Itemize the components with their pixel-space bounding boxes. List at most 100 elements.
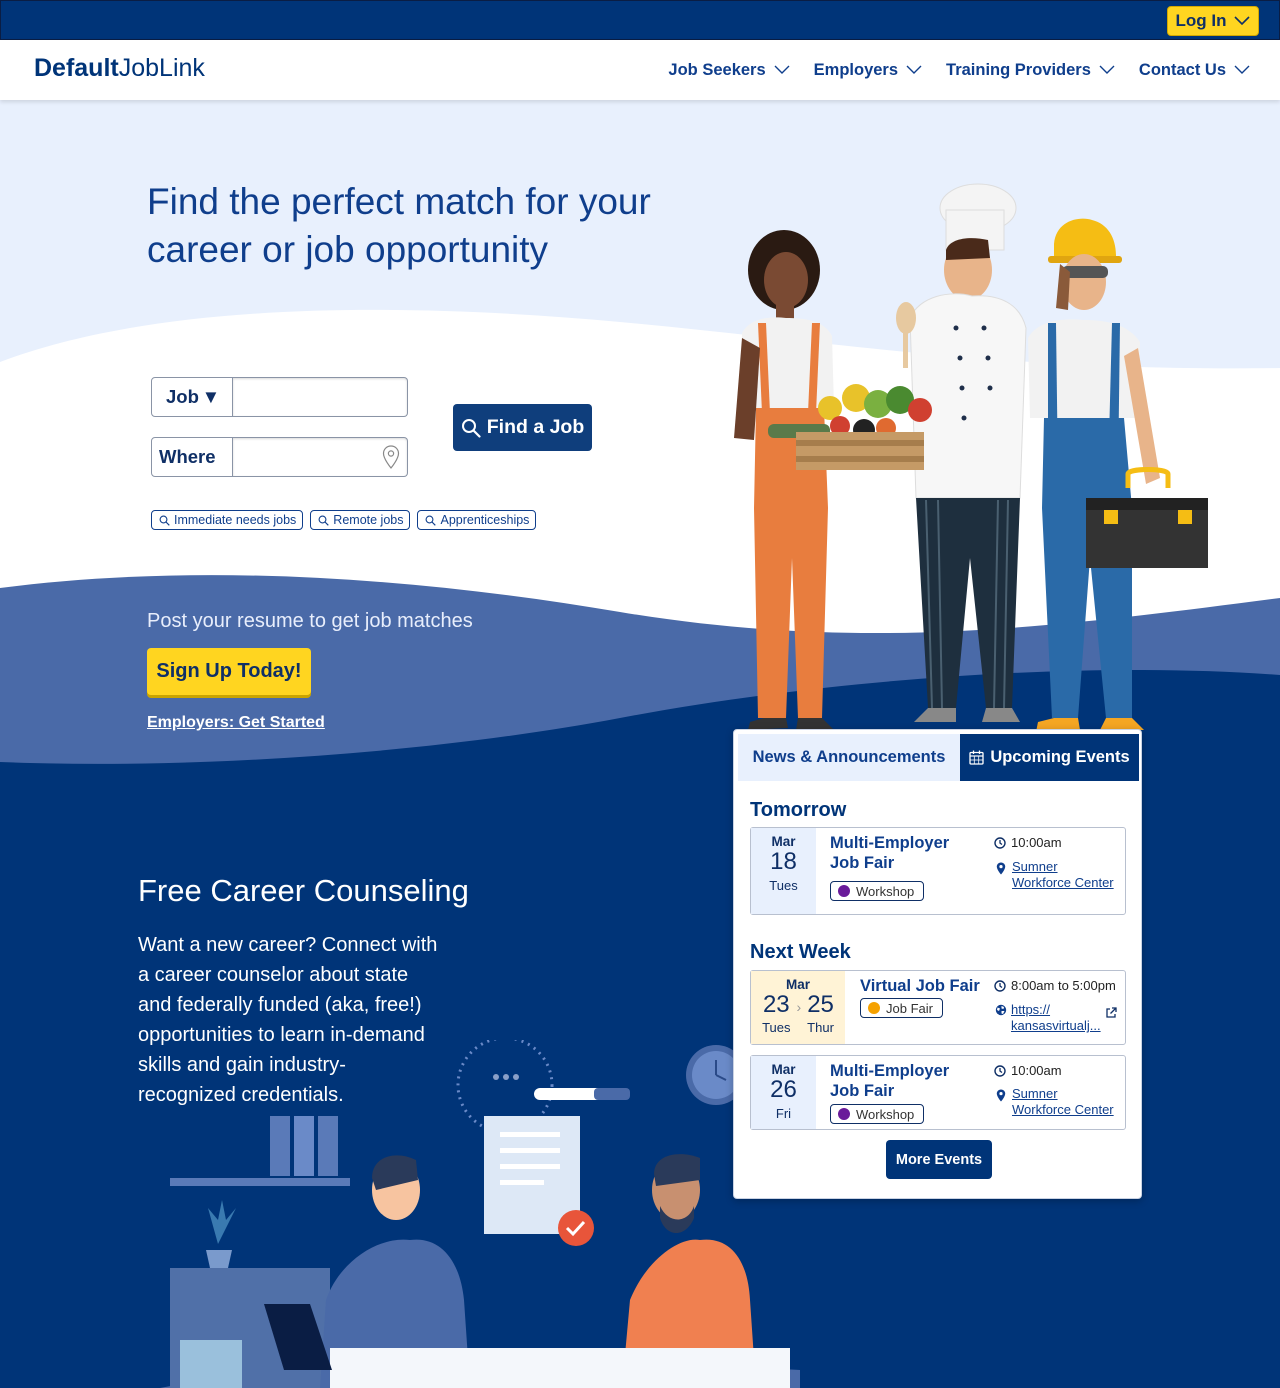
event-title[interactable]: Virtual Job Fair	[860, 976, 980, 996]
post-resume-text: Post your resume to get job matches	[147, 610, 473, 632]
nav-employers[interactable]: Employers	[814, 61, 922, 80]
chip-apprenticeships[interactable]: Apprenticeships	[417, 510, 537, 530]
caret-down-icon: ▼	[201, 386, 220, 407]
find-job-label: Find a Job	[486, 416, 585, 438]
purple-dot-icon	[838, 885, 850, 897]
chevron-down-icon	[1234, 16, 1251, 26]
event-card[interactable]: Mar 23 Tues › 25 Thur Virtual Job Fair Job…	[750, 970, 1126, 1045]
event-type-tag: Job Fair	[860, 998, 943, 1018]
clock-icon	[994, 1064, 1006, 1077]
event-time-value: 8:00am to 5:00pm	[1011, 978, 1116, 993]
search-type-value: Job	[166, 386, 199, 407]
more-events-button[interactable]: More Events	[886, 1140, 992, 1179]
sign-up-button[interactable]: Sign Up Today!	[147, 648, 311, 695]
location-search-row: Where	[151, 437, 408, 477]
nav-label: Job Seekers	[668, 60, 766, 79]
location-pin-icon	[996, 1089, 1006, 1102]
search-type-select[interactable]: Job ▼	[151, 377, 233, 417]
event-date-badge: Mar 18 Tues	[751, 828, 816, 914]
counseling-title: Free Career Counseling	[138, 873, 469, 908]
chevron-down-icon	[774, 65, 790, 74]
event-weekday: Tues	[769, 878, 798, 893]
search-icon	[318, 515, 330, 526]
event-location-link[interactable]: Sumner Workforce Center	[1012, 859, 1114, 891]
workers-illustration	[734, 183, 1208, 732]
farmer-figure	[734, 230, 834, 730]
event-day: 26	[770, 1076, 797, 1103]
hero-title: Find the perfect match for your career o…	[147, 181, 651, 270]
event-time: 10:00am	[994, 835, 1062, 850]
search-icon	[461, 418, 481, 438]
event-type-tag: Workshop	[830, 881, 925, 901]
event-day: 25	[807, 991, 834, 1018]
event-time: 8:00am to 5:00pm	[994, 978, 1116, 993]
chip-remote-jobs[interactable]: Remote jobs	[310, 510, 411, 530]
search-icon	[426, 515, 437, 526]
event-date-range-badge: Mar 23 Tues › 25 Thur	[751, 971, 845, 1044]
event-time: 10:00am	[994, 1063, 1062, 1078]
job-search-row: Job ▼	[151, 377, 408, 417]
search-icon	[159, 515, 170, 526]
event-title-line: Job Fair	[830, 1082, 895, 1100]
chip-immediate-needs[interactable]: Immediate needs jobs	[151, 510, 304, 530]
job-keyword-input[interactable]	[233, 377, 408, 417]
orange-dot-icon	[868, 1002, 880, 1014]
clock-icon	[994, 979, 1006, 992]
globe-icon	[995, 1004, 1007, 1016]
chip-label: Apprenticeships	[440, 513, 530, 527]
chip-label: Remote jobs	[333, 513, 404, 527]
location-input-wrap	[233, 437, 408, 477]
event-title[interactable]: Multi-Employer Job Fair	[830, 1061, 949, 1101]
logo-light-text: JobLink	[118, 54, 205, 82]
events-group-heading: Next Week	[750, 941, 851, 963]
tab-label: Upcoming Events	[990, 748, 1130, 766]
event-weekday: Fri	[775, 1106, 792, 1121]
counseling-illustration	[160, 1040, 800, 1388]
tab-upcoming-events[interactable]: Upcoming Events	[960, 734, 1139, 781]
nav-label: Training Providers	[946, 60, 1091, 79]
chevron-right-icon: ›	[796, 998, 802, 1015]
event-start-date: 23 Tues	[762, 991, 791, 1036]
nav-contact-us[interactable]: Contact Us	[1139, 61, 1250, 80]
event-time-value: 10:00am	[1011, 1063, 1062, 1078]
event-location-line: Workforce Center	[1012, 875, 1114, 890]
event-title-line: Job Fair	[830, 854, 895, 872]
event-location-link[interactable]: https://kansasvirtualj...	[1011, 1002, 1101, 1034]
event-location-line: Workforce Center	[1012, 1102, 1114, 1117]
nav-label: Contact Us	[1138, 60, 1226, 79]
external-link-icon[interactable]	[1105, 1007, 1117, 1019]
site-logo[interactable]: DefaultJobLink	[34, 54, 205, 83]
chevron-down-icon	[906, 65, 922, 74]
event-date-range: 23 Tues › 25 Thur	[751, 991, 845, 1036]
quick-search-chips: Immediate needs jobs Remote jobs Apprent…	[151, 510, 537, 530]
event-title-line: Multi-Employer	[830, 1062, 950, 1080]
event-title-line: Multi-Employer	[830, 834, 950, 852]
event-card[interactable]: Mar 26 Fri Multi-Employer Job Fair Worksh…	[750, 1055, 1126, 1130]
events-panel: News & Announcements Upcoming Events Tom…	[733, 729, 1142, 1199]
nav-training-providers[interactable]: Training Providers	[946, 61, 1115, 80]
map-pin-icon[interactable]	[382, 445, 400, 469]
login-label: Log In	[1175, 11, 1227, 30]
construction-worker-figure	[1028, 218, 1160, 732]
nav-job-seekers[interactable]: Job Seekers	[668, 60, 790, 80]
event-location-line: https://	[1011, 1002, 1051, 1017]
location-pin-icon	[996, 862, 1006, 875]
where-label: Where	[151, 437, 233, 477]
event-weekday: Tues	[762, 1020, 791, 1035]
find-job-button[interactable]: Find a Job	[453, 404, 592, 451]
login-button[interactable]: Log In	[1167, 6, 1259, 36]
event-card[interactable]: Mar 18 Tues Multi-Employer Job Fair Works…	[750, 827, 1126, 915]
tab-news-announcements[interactable]: News & Announcements	[738, 734, 960, 781]
event-day: 23	[762, 991, 790, 1018]
hero-section: Find the perfect match for your career o…	[0, 100, 1280, 800]
employers-get-started-link[interactable]: Employers: Get Started	[147, 714, 325, 732]
event-title[interactable]: Multi-Employer Job Fair	[830, 833, 949, 873]
calendar-icon	[969, 750, 984, 765]
event-location-link[interactable]: Sumner Workforce Center	[1012, 1086, 1114, 1118]
event-month: Mar	[771, 834, 796, 849]
event-tag-label: Workshop	[856, 883, 915, 899]
event-day: 18	[770, 848, 797, 875]
chevron-down-icon	[1099, 65, 1115, 74]
chevron-down-icon	[1234, 65, 1250, 74]
site-header: DefaultJobLink Job Seekers Employers Tra…	[0, 40, 1280, 100]
